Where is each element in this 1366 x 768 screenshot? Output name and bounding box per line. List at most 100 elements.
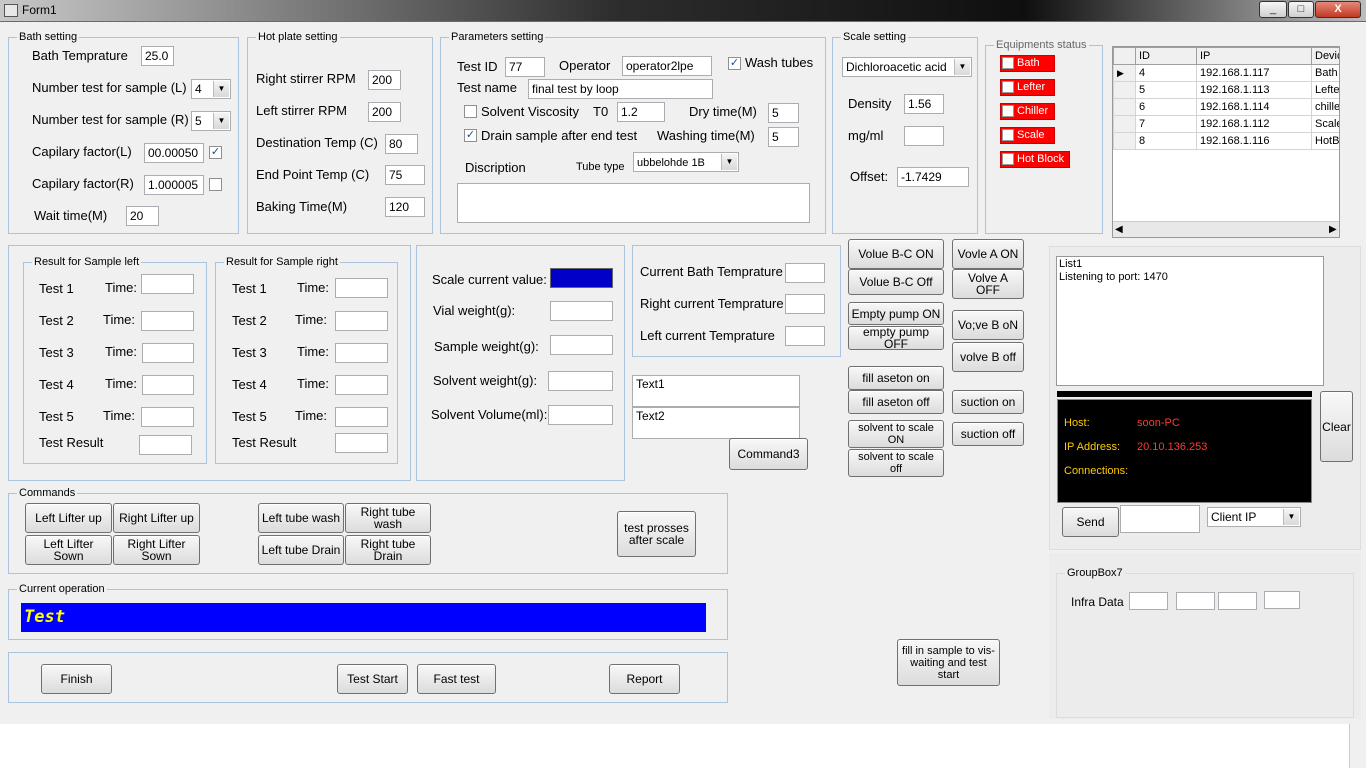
chevron-right-icon[interactable]: ▶ xyxy=(1329,222,1337,237)
cap-right-input[interactable]: 1.000005 xyxy=(144,175,204,195)
minimize-button[interactable]: _ xyxy=(1259,1,1287,18)
grid-header[interactable]: Devic xyxy=(1311,47,1339,65)
bath-temp-input[interactable]: 25.0 xyxy=(141,46,174,66)
table-row[interactable]: 8 192.168.1.116 HotBl xyxy=(1113,132,1339,150)
list-item[interactable]: List1 xyxy=(1059,258,1321,271)
cap-right-checkbox[interactable] xyxy=(209,178,222,191)
wait-time-input[interactable]: 20 xyxy=(126,206,159,226)
suction-off-button[interactable]: suction off xyxy=(952,422,1024,446)
left-lifter-up-button[interactable]: Left Lifter up xyxy=(25,503,112,533)
equipment-scale[interactable]: Scale xyxy=(1000,127,1055,144)
command3-button[interactable]: Command3 xyxy=(729,438,808,470)
fast-test-button[interactable]: Fast test xyxy=(417,664,496,694)
t0-input[interactable]: 1.2 xyxy=(617,102,665,122)
checkbox[interactable] xyxy=(1002,81,1014,93)
equipment-hot-block[interactable]: Hot Block xyxy=(1000,151,1070,168)
fill-aseton-off-button[interactable]: fill aseton off xyxy=(848,390,944,414)
drain-sample-checkbox[interactable]: ✓ xyxy=(464,129,477,142)
table-row[interactable]: 6192.168.1.114chiller xyxy=(1113,98,1339,116)
clear-button[interactable]: Clear xyxy=(1320,391,1353,462)
cap-left-input[interactable]: 00.00050 xyxy=(144,143,204,163)
result-left-input[interactable] xyxy=(142,343,194,363)
checkbox[interactable] xyxy=(1002,105,1014,117)
solvent-weight-input[interactable] xyxy=(548,371,613,391)
solvent-volume-input[interactable] xyxy=(548,405,613,425)
solvent-viscosity-checkbox[interactable] xyxy=(464,105,477,118)
volve-b-off-button[interactable]: volve B off xyxy=(952,342,1024,372)
infra-data-input[interactable] xyxy=(1218,592,1257,610)
grid-header[interactable]: ID xyxy=(1135,47,1197,65)
right-current-temp-input[interactable] xyxy=(785,294,825,314)
infra-data-input[interactable] xyxy=(1176,592,1215,610)
voveb-on-button[interactable]: Vo;ve B oN xyxy=(952,310,1024,340)
empty-pump-on-button[interactable]: Empty pump ON xyxy=(848,302,944,325)
right-tube-drain-button[interactable]: Right tube Drain xyxy=(345,535,431,565)
finish-button[interactable]: Finish xyxy=(41,664,112,694)
left-tube-drain-button[interactable]: Left tube Drain xyxy=(258,535,344,565)
tube-type-select[interactable]: ubbelohde 1B ▼ xyxy=(633,152,739,172)
close-button[interactable]: X xyxy=(1315,1,1361,18)
num-left-select[interactable]: 4 ▼ xyxy=(191,79,231,99)
result-left-final-input[interactable] xyxy=(139,435,192,455)
text2-input[interactable]: Text2 xyxy=(632,407,800,439)
left-current-temp-input[interactable] xyxy=(785,326,825,346)
equipment-bath[interactable]: Bath xyxy=(1000,55,1055,72)
report-button[interactable]: Report xyxy=(609,664,680,694)
left-rpm-input[interactable]: 200 xyxy=(368,102,401,122)
test-id-input[interactable]: 77 xyxy=(505,57,545,77)
dry-time-input[interactable]: 5 xyxy=(768,103,799,123)
ip-datagrid[interactable]: ID IP Devic ▶ 4 192.168.1.117 Bath 5 192.168.1… xyxy=(1112,46,1340,238)
volue-bc-off-button[interactable]: Volue B-C Off xyxy=(848,269,944,295)
equipment-chiller[interactable]: Chiller xyxy=(1000,103,1055,120)
vovle-a-on-button[interactable]: Vovle A ON xyxy=(952,239,1024,269)
offset-input[interactable]: -1.7429 xyxy=(897,167,969,187)
chevron-down-icon[interactable]: ▼ xyxy=(721,154,737,170)
bake-time-input[interactable]: 120 xyxy=(385,197,425,217)
table-row[interactable]: 5 192.168.1.113 Lefte xyxy=(1113,81,1339,99)
vertical-scrollbar[interactable] xyxy=(1349,724,1366,768)
result-right-input[interactable] xyxy=(335,311,388,331)
bath-current-temp-input[interactable] xyxy=(785,263,825,283)
table-row[interactable]: ▶ 4 192.168.1.117 Bath xyxy=(1113,64,1339,82)
table-row[interactable]: 7 192.168.1.112 Scale xyxy=(1113,115,1339,133)
chevron-down-icon[interactable]: ▼ xyxy=(954,59,970,75)
grid-header[interactable]: IP xyxy=(1196,47,1312,65)
result-right-input[interactable] xyxy=(335,407,388,427)
equipment-lefter[interactable]: Lefter xyxy=(1000,79,1055,96)
chevron-down-icon[interactable]: ▼ xyxy=(213,113,229,129)
right-lifter-up-button[interactable]: Right Lifter up xyxy=(113,503,200,533)
infra-data-input[interactable] xyxy=(1129,592,1168,610)
text1-input[interactable]: Text1 xyxy=(632,375,800,407)
test-name-input[interactable]: final test by loop xyxy=(528,79,713,99)
vial-weight-input[interactable] xyxy=(550,301,613,321)
left-lifter-down-button[interactable]: Left Lifter Sown xyxy=(25,535,112,565)
result-right-input[interactable] xyxy=(335,278,388,298)
left-tube-wash-button[interactable]: Left tube wash xyxy=(258,503,344,533)
result-left-input[interactable] xyxy=(142,375,194,395)
chevron-down-icon[interactable]: ▼ xyxy=(1283,509,1299,525)
sample-weight-input[interactable] xyxy=(550,335,613,355)
checkbox[interactable] xyxy=(1002,129,1014,141)
empty-pump-off-button[interactable]: empty pump OFF xyxy=(848,326,944,350)
right-tube-wash-button[interactable]: Right tube wash xyxy=(345,503,431,533)
solvent-to-scale-on-button[interactable]: solvent to scale ON xyxy=(848,420,944,448)
fill-sample-button[interactable]: fill in sample to vis-waiting and test s… xyxy=(897,639,1000,686)
suction-on-button[interactable]: suction on xyxy=(952,390,1024,414)
mgml-input[interactable] xyxy=(904,126,944,146)
send-message-input[interactable] xyxy=(1120,505,1200,533)
right-rpm-input[interactable]: 200 xyxy=(368,70,401,90)
num-right-select[interactable]: 5 ▼ xyxy=(191,111,231,131)
volue-bc-on-button[interactable]: Volue B-C ON xyxy=(848,239,944,269)
result-right-input[interactable] xyxy=(335,375,388,395)
list1-listbox[interactable]: List1 Listening to port: 1470 xyxy=(1056,256,1324,386)
grid-hscrollbar[interactable]: ◀ ▶ xyxy=(1113,221,1339,237)
dest-temp-input[interactable]: 80 xyxy=(385,134,418,154)
client-ip-select[interactable]: Client IP ▼ xyxy=(1207,507,1301,527)
wash-tubes-checkbox[interactable]: ✓ xyxy=(728,57,741,70)
infra-data-input[interactable] xyxy=(1264,591,1300,609)
end-temp-input[interactable]: 75 xyxy=(385,165,425,185)
washing-time-input[interactable]: 5 xyxy=(768,127,799,147)
result-right-input[interactable] xyxy=(335,343,388,363)
test-start-button[interactable]: Test Start xyxy=(337,664,408,694)
solvent-to-scale-off-button[interactable]: solvent to scale off xyxy=(848,449,944,477)
